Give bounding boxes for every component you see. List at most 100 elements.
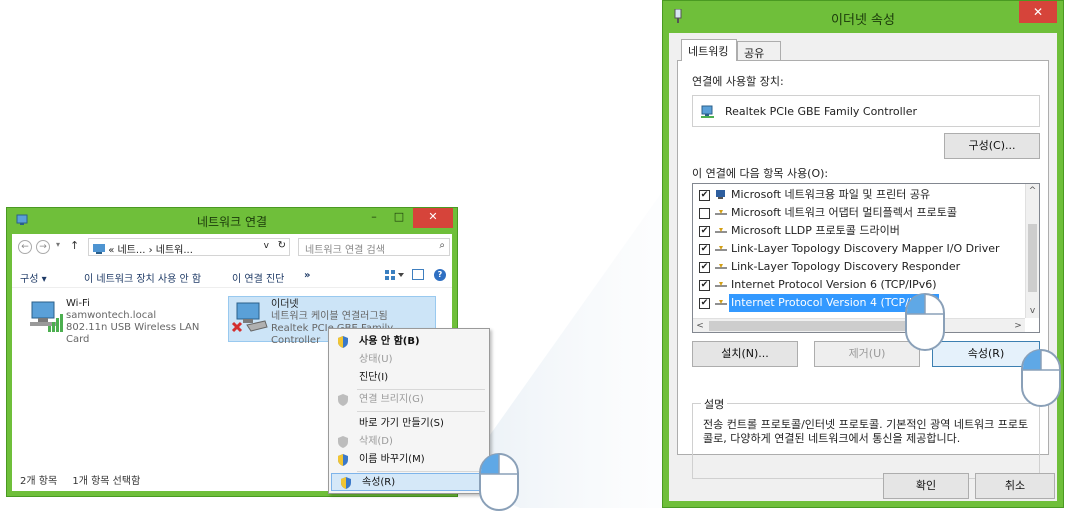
adapter-name: Realtek PCIe GBE Family Controller — [725, 105, 918, 118]
menu-separator — [357, 411, 485, 412]
scroll-thumb[interactable] — [709, 321, 921, 331]
checkbox-checked[interactable]: ✔ — [699, 190, 710, 201]
item-count: 2개 항목 — [20, 476, 58, 487]
status-bar: 2개 항목 1개 항목 선택함 — [20, 472, 152, 487]
menu-label: 진단(I) — [359, 372, 389, 383]
menu-item-diagnose[interactable]: 진단(I) — [329, 369, 489, 387]
menu-item-rename[interactable]: 이름 바꾸기(M) — [329, 451, 489, 469]
scroll-left-icon[interactable]: < — [693, 319, 707, 332]
list-item[interactable]: ✔ Microsoft 네트워크용 파일 및 프린터 공유 — [697, 186, 1025, 204]
cancel-button[interactable]: 취소 — [975, 473, 1055, 499]
chevron-down-icon[interactable]: v — [264, 241, 269, 251]
protocol-icon — [715, 228, 727, 233]
connection-name: Wi-Fi — [66, 298, 90, 309]
breadcrumb-path: « 네트... › 네트워... — [108, 245, 193, 256]
adapter-box: Realtek PCIe GBE Family Controller — [692, 95, 1040, 127]
connect-using-label: 연결에 사용할 장치: — [692, 75, 784, 88]
checkbox-checked[interactable]: ✔ — [699, 280, 710, 291]
organize-button[interactable]: 구성 ▾ — [20, 270, 47, 285]
command-bar: 구성 ▾ 이 네트워크 장치 사용 안 함 이 연결 진단 » ? — [12, 264, 452, 288]
up-icon[interactable]: ↑ — [70, 239, 79, 252]
tab-sharing[interactable]: 공유 — [737, 41, 781, 61]
list-item[interactable]: ✔ Internet Protocol Version 6 (TCP/IPv6) — [697, 276, 1025, 294]
uac-shield-icon — [341, 477, 351, 489]
help-icon[interactable]: ? — [434, 269, 446, 281]
list-item[interactable]: ✔ Microsoft LLDP 프로토콜 드라이버 — [697, 222, 1025, 240]
checkbox-checked[interactable]: ✔ — [699, 262, 710, 273]
close-button[interactable]: ✕ — [1019, 1, 1057, 23]
search-input[interactable]: 네트워크 연결 검색 ⌕ — [298, 238, 450, 256]
computer-icon — [716, 190, 725, 199]
uac-shield-icon — [338, 454, 348, 466]
tab-networking[interactable]: 네트워킹 — [681, 39, 737, 61]
connection-items-list[interactable]: ✔ Microsoft 네트워크용 파일 및 프린터 공유 Microsoft … — [692, 183, 1040, 333]
scroll-right-icon[interactable]: > — [1011, 319, 1025, 332]
checkbox-checked[interactable]: ✔ — [699, 244, 710, 255]
selected-count: 1개 항목 선택함 — [72, 476, 141, 487]
preview-pane-icon[interactable] — [412, 269, 424, 280]
vertical-scrollbar[interactable]: ^ v — [1025, 184, 1039, 318]
menu-label: 연결 브리지(G) — [359, 394, 424, 405]
description-text: 전송 컨트롤 프로토콜/인터넷 프로토콜. 기본적인 광역 네트워크 프로토콜로… — [703, 418, 1029, 445]
horizontal-scrollbar[interactable]: < > — [693, 318, 1025, 332]
list-item[interactable]: ✔ Link-Layer Topology Discovery Mapper I… — [697, 240, 1025, 258]
menu-item-disable[interactable]: 사용 안 함(B) — [329, 333, 489, 351]
address-bar: ← → ▾ ↑ « 네트... › 네트워... v ↻ 네트워크 연결 검색 … — [12, 234, 452, 260]
forward-icon[interactable]: → — [36, 240, 50, 254]
scroll-thumb[interactable] — [1028, 224, 1037, 292]
configure-button[interactable]: 구성(C)... — [944, 133, 1040, 159]
list-item[interactable]: ✔ Link-Layer Topology Discovery Responde… — [697, 258, 1025, 276]
menu-label: 삭제(D) — [359, 436, 393, 447]
checkbox-unchecked[interactable] — [699, 208, 710, 219]
item-label: Microsoft 네트워크 어댑터 멀티플렉서 프로토콜 — [731, 206, 957, 219]
connection-adapter: 802.11n USB Wireless LAN Card — [66, 322, 200, 345]
connection-network: samwontech.local — [66, 310, 157, 321]
disable-device-button[interactable]: 이 네트워크 장치 사용 안 함 — [84, 270, 201, 285]
menu-item-properties[interactable]: 속성(R) — [331, 473, 487, 491]
recent-locations-icon[interactable]: ▾ — [56, 240, 60, 249]
items-label: 이 연결에 다음 항목 사용(O): — [692, 167, 829, 180]
ethernet-adapter-icon — [231, 302, 268, 333]
diagnose-button[interactable]: 이 연결 진단 — [232, 270, 284, 285]
protocol-icon — [715, 282, 727, 287]
menu-item-bridge[interactable]: 연결 브리지(G) — [329, 391, 489, 409]
checkbox-checked[interactable]: ✔ — [699, 298, 710, 309]
scroll-down-icon[interactable]: v — [1026, 304, 1039, 318]
description-group: 설명 전송 컨트롤 프로토콜/인터넷 프로토콜. 기본적인 광역 네트워크 프로… — [692, 396, 1040, 479]
close-button[interactable]: ✕ — [413, 208, 453, 228]
mouse-click-icon — [479, 453, 519, 511]
search-icon[interactable]: ⌕ — [439, 240, 445, 251]
title-bar: 네트워크 연결 – □ ✕ — [7, 208, 457, 232]
uac-shield-icon — [338, 436, 348, 448]
list-item[interactable]: Microsoft 네트워크 어댑터 멀티플렉서 프로토콜 — [697, 204, 1025, 222]
menu-item-status[interactable]: 상태(U) — [329, 351, 489, 369]
menu-item-delete[interactable]: 삭제(D) — [329, 433, 489, 451]
more-commands-button[interactable]: » — [304, 270, 310, 281]
view-options-icon[interactable] — [384, 269, 406, 281]
mouse-click-icon — [905, 293, 945, 351]
protocol-icon — [715, 264, 727, 269]
refresh-icon[interactable]: ↻ — [278, 240, 286, 251]
dialog-client: 네트워킹 공유 연결에 사용할 장치: Realtek PCIe GBE Fam… — [669, 33, 1057, 501]
menu-label: 상태(U) — [359, 354, 393, 365]
back-icon[interactable]: ← — [18, 240, 32, 254]
connection-status: 네트워크 케이블 연결러그됨 — [271, 311, 388, 322]
connection-item-wifi[interactable]: Wi-Fi samwontech.local 802.11n USB Wirel… — [24, 296, 214, 345]
ok-button[interactable]: 확인 — [883, 473, 969, 499]
list-item-selected[interactable]: ✔ Internet Protocol Version 4 (TCP/IPv4) — [697, 294, 1025, 312]
install-button[interactable]: 설치(N)... — [692, 341, 798, 367]
scroll-up-icon[interactable]: ^ — [1026, 184, 1039, 198]
item-label: Link-Layer Topology Discovery Mapper I/O… — [731, 242, 1000, 255]
wifi-adapter-icon — [30, 301, 63, 332]
checkbox-checked[interactable]: ✔ — [699, 226, 710, 237]
protocol-icon — [715, 246, 727, 251]
breadcrumb[interactable]: « 네트... › 네트워... v ↻ — [88, 238, 290, 256]
description-label: 설명 — [701, 396, 728, 412]
protocol-icon — [715, 300, 727, 305]
uac-shield-icon — [338, 394, 348, 406]
minimize-button[interactable]: – — [363, 208, 385, 228]
menu-item-create-shortcut[interactable]: 바로 가기 만들기(S) — [329, 415, 489, 433]
network-adapter-icon — [701, 105, 714, 118]
mouse-click-icon — [1021, 349, 1061, 407]
maximize-button[interactable]: □ — [387, 208, 411, 228]
